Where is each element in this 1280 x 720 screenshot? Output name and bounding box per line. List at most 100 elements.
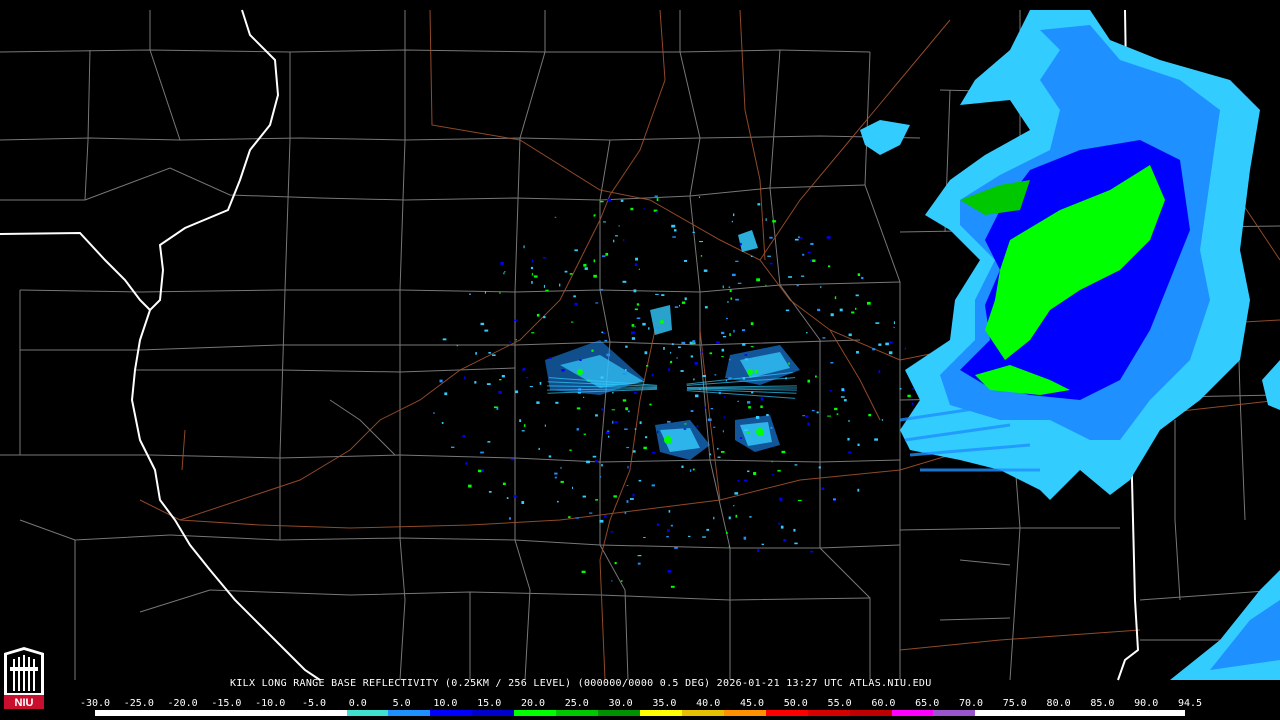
- clutter-speckle: [644, 351, 648, 355]
- clutter-speckle: [554, 476, 557, 479]
- clutter-speckle: [605, 252, 609, 256]
- clutter-speckle: [607, 198, 611, 201]
- clutter-speckle: [633, 289, 637, 293]
- clutter-speckle: [442, 338, 447, 341]
- clutter-speckle: [735, 298, 739, 301]
- clutter-speckle: [793, 528, 796, 532]
- clutter-speckle: [592, 455, 597, 458]
- legend-color-step: [1017, 710, 1060, 716]
- clutter-speckle: [595, 414, 598, 417]
- clutter-speckle: [678, 346, 681, 349]
- clutter-speckle: [572, 486, 573, 489]
- clutter-speckle: [545, 289, 549, 292]
- clutter-speckle: [726, 317, 728, 320]
- clutter-speckle: [468, 484, 472, 488]
- legend-color-step: [514, 710, 557, 716]
- clutter-speckle: [744, 358, 749, 361]
- clutter-speckle: [668, 510, 671, 513]
- legend-label: 20.0: [520, 698, 546, 709]
- clutter-speckle: [700, 350, 703, 353]
- clutter-speckle: [571, 321, 574, 323]
- clutter-speckle: [643, 207, 645, 210]
- clutter-speckle: [698, 196, 701, 198]
- clutter-speckle: [728, 516, 731, 520]
- clutter-speckle: [564, 270, 568, 273]
- clutter-speckle: [574, 249, 578, 252]
- clutter-speckle: [722, 285, 724, 289]
- clutter-speckle: [847, 437, 850, 441]
- clutter-speckle: [611, 580, 613, 582]
- legend-label: -10.0: [255, 698, 286, 709]
- clutter-speckle: [822, 337, 826, 339]
- clutter-speckle: [629, 466, 631, 469]
- legend-label: 40.0: [696, 698, 721, 709]
- clutter-speckle: [816, 411, 819, 414]
- clutter-speckle: [536, 313, 540, 317]
- clutter-speckle: [543, 284, 545, 288]
- clutter-speckle: [829, 390, 833, 392]
- clutter-speckle: [667, 529, 670, 532]
- clutter-speckle: [523, 424, 526, 427]
- clutter-speckle: [684, 260, 687, 262]
- clutter-speckle: [878, 370, 881, 373]
- clutter-speckle: [602, 255, 606, 257]
- clutter-speckle: [649, 403, 652, 406]
- clutter-speckle: [807, 251, 811, 253]
- clutter-speckle: [911, 402, 914, 405]
- clutter-speckle: [600, 376, 604, 379]
- clutter-speckle: [635, 257, 638, 261]
- clutter-speckle: [771, 474, 775, 476]
- clutter-speckle: [848, 451, 852, 454]
- clutter-speckle: [848, 333, 852, 337]
- clutter-speckle: [651, 373, 654, 377]
- clutter-speckle: [605, 431, 610, 434]
- clutter-speckle: [907, 394, 911, 398]
- clutter-speckle: [722, 430, 724, 433]
- clutter-speckle: [709, 453, 711, 456]
- clutter-speckle: [772, 220, 776, 223]
- clutter-speckle: [861, 276, 864, 280]
- clutter-speckle: [780, 525, 784, 529]
- clutter-speckle: [582, 495, 586, 498]
- legend-color-step: [975, 710, 1018, 716]
- clutter-speckle: [584, 267, 588, 270]
- legend-label: 60.0: [871, 698, 896, 709]
- clutter-speckle: [733, 213, 735, 217]
- clutter-speckle: [656, 523, 660, 526]
- clutter-speckle: [531, 272, 533, 276]
- clutter-speckle: [851, 311, 855, 314]
- clutter-speckle: [766, 414, 769, 417]
- clutter-speckle: [729, 333, 731, 337]
- clutter-speckle: [484, 291, 486, 294]
- clutter-speckle: [651, 484, 655, 487]
- clutter-speckle: [439, 379, 443, 383]
- clutter-speckle: [810, 550, 814, 553]
- legend-color-step: [1059, 710, 1102, 716]
- clutter-speckle: [581, 570, 586, 573]
- clutter-speckle: [717, 456, 721, 458]
- clutter-speckle: [530, 266, 533, 270]
- clutter-speckle: [729, 289, 732, 292]
- clutter-speckle: [811, 409, 815, 412]
- clutter-speckle: [488, 491, 492, 493]
- clutter-speckle: [735, 514, 738, 518]
- clutter-speckle: [713, 516, 715, 520]
- clutter-speckle: [600, 288, 603, 291]
- clutter-speckle: [531, 281, 533, 284]
- clutter-speckle: [648, 327, 650, 330]
- clutter-speckle: [560, 467, 562, 469]
- clutter-speckle: [765, 218, 767, 221]
- clutter-speckle: [692, 340, 696, 343]
- clutter-speckle: [480, 451, 484, 454]
- clutter-speckle: [521, 369, 524, 371]
- clutter-speckle: [674, 547, 678, 549]
- clutter-speckle: [595, 302, 599, 304]
- clutter-speckle: [657, 327, 659, 329]
- clutter-speckle: [785, 309, 790, 312]
- clutter-speckle: [818, 466, 821, 469]
- clutter-speckle: [756, 278, 760, 282]
- clutter-speckle: [681, 301, 686, 304]
- clutter-speckle: [765, 284, 767, 287]
- legend-color-step: [1143, 710, 1185, 716]
- clutter-speckle: [855, 294, 859, 297]
